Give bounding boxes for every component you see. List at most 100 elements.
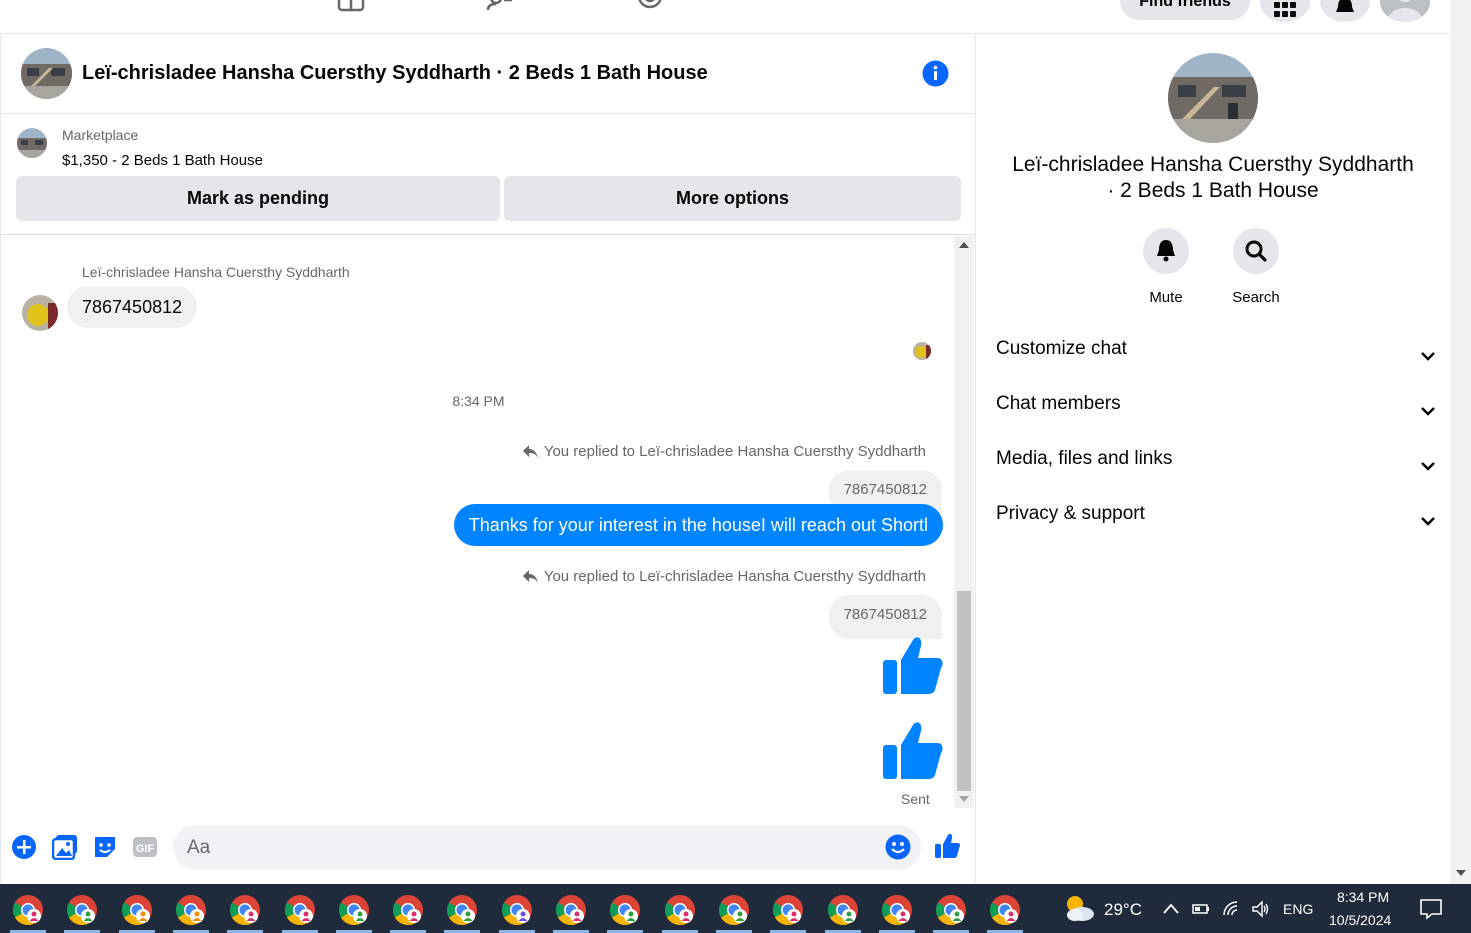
chrome-profile-icon[interactable]	[664, 894, 696, 926]
chat-panel: Leï-chrisladee Hansha Cuersthy Syddharth…	[0, 34, 976, 884]
mute-button[interactable]: Mute	[1126, 228, 1206, 306]
plus-circle-icon[interactable]	[11, 834, 37, 860]
search-label: Search	[1232, 289, 1280, 306]
groups-nav-icon[interactable]	[486, 0, 514, 12]
weather-temperature[interactable]: 29°C	[1104, 900, 1142, 920]
chrome-profile-icon[interactable]	[284, 894, 316, 926]
section-label: Customize chat	[996, 338, 1127, 359]
marketplace-nav-icon[interactable]	[337, 0, 365, 12]
reply-note: You replied to Leï-chrisladee Hansha Cue…	[522, 568, 926, 585]
house-photo-icon	[17, 128, 47, 158]
mark-as-pending-button[interactable]: Mark as pending	[16, 176, 500, 221]
thumbs-up-message-icon[interactable]	[881, 634, 943, 696]
find-friends-button[interactable]: Find friends	[1120, 0, 1250, 20]
clock-date[interactable]: 10/5/2024	[1329, 912, 1391, 928]
clock-time[interactable]: 8:34 PM	[1337, 889, 1389, 905]
chat-header: Leï-chrisladee Hansha Cuersthy Syddharth…	[1, 34, 975, 114]
notifications-button[interactable]	[1320, 0, 1370, 22]
message-timestamp: 8:34 PM	[452, 393, 505, 409]
wifi-icon[interactable]	[1222, 900, 1240, 918]
sender-avatar[interactable]	[22, 295, 58, 331]
notification-center-icon[interactable]	[1420, 898, 1442, 920]
seen-photo-icon	[913, 342, 931, 360]
chrome-profile-icon[interactable]	[338, 894, 370, 926]
chrome-profile-icon[interactable]	[66, 894, 98, 926]
chrome-profile-icon[interactable]	[935, 894, 967, 926]
message-status: Sent	[901, 791, 930, 807]
scroll-down-arrow-icon[interactable]	[959, 796, 969, 802]
house-photo-icon	[1168, 53, 1258, 143]
section-privacy-support[interactable]: Privacy & support	[996, 503, 1436, 543]
weather-partly-cloudy-icon[interactable]	[1062, 893, 1096, 923]
chevron-up-icon[interactable]	[1162, 900, 1180, 918]
page-scrollbar[interactable]	[1450, 0, 1471, 884]
chrome-profile-icon[interactable]	[989, 894, 1021, 926]
reply-note: You replied to Leï-chrisladee Hansha Cue…	[522, 443, 926, 460]
listing-thumbnail[interactable]	[17, 128, 47, 158]
bell-icon	[1336, 0, 1354, 12]
top-navigation-bar: Find friends	[0, 0, 1450, 34]
gaming-nav-icon[interactable]	[636, 0, 664, 12]
chat-info-sidebar: Leï-chrisladee Hansha Cuersthy Syddharth…	[976, 34, 1450, 884]
send-like-icon[interactable]	[934, 833, 960, 859]
section-label: Chat members	[996, 393, 1121, 414]
chrome-profile-icon[interactable]	[609, 894, 641, 926]
incoming-message-bubble[interactable]: 7867450812	[67, 286, 198, 328]
battery-icon[interactable]	[1192, 900, 1210, 918]
sidebar-listing-avatar[interactable]	[1168, 53, 1258, 143]
chevron-down-icon	[1421, 407, 1435, 416]
mute-circle[interactable]	[1143, 228, 1189, 274]
listing-price-title[interactable]: $1,350 - 2 Beds 1 Bath House	[62, 152, 263, 169]
chrome-profile-icon[interactable]	[827, 894, 859, 926]
chrome-profile-icon[interactable]	[881, 894, 913, 926]
input-language[interactable]: ENG	[1283, 901, 1313, 917]
account-avatar[interactable]	[1380, 0, 1430, 22]
scrollbar-thumb[interactable]	[957, 591, 971, 791]
sticker-icon[interactable]	[92, 834, 118, 860]
chrome-profile-icon[interactable]	[12, 894, 44, 926]
chrome-profile-icon[interactable]	[446, 894, 478, 926]
search-circle[interactable]	[1233, 228, 1279, 274]
section-customize-chat[interactable]: Customize chat	[996, 338, 1436, 378]
sidebar-title: Leï-chrisladee Hansha Cuersthy Syddharth…	[1012, 153, 1414, 202]
sender-photo-icon	[22, 295, 58, 331]
message-input[interactable]	[187, 825, 877, 870]
scroll-down-arrow-icon[interactable]	[1456, 870, 1466, 876]
scroll-up-arrow-icon[interactable]	[959, 242, 969, 248]
info-icon[interactable]	[922, 60, 949, 87]
emoji-icon[interactable]	[885, 834, 911, 860]
volume-icon[interactable]	[1252, 900, 1270, 918]
chrome-profile-icon[interactable]	[501, 894, 533, 926]
marketplace-label: Marketplace	[62, 127, 139, 143]
section-label: Privacy & support	[996, 503, 1145, 524]
search-in-chat-button[interactable]: Search	[1216, 228, 1296, 306]
gif-label: GIF	[136, 843, 155, 855]
message-input-wrapper[interactable]	[173, 825, 921, 870]
gif-icon[interactable]: GIF	[132, 834, 158, 860]
message-composer: GIF	[1, 824, 976, 874]
chevron-down-icon	[1421, 462, 1435, 471]
message-scrollbar[interactable]	[954, 236, 974, 808]
listing-avatar[interactable]	[21, 48, 72, 99]
section-chat-members[interactable]: Chat members	[996, 393, 1436, 433]
chrome-profile-icon[interactable]	[175, 894, 207, 926]
thumbs-up-message-icon[interactable]	[881, 719, 943, 781]
more-options-button[interactable]: More options	[504, 176, 961, 221]
chat-title: Leï-chrisladee Hansha Cuersthy Syddharth…	[82, 62, 708, 84]
message-list: Leï-chrisladee Hansha Cuersthy Syddharth…	[1, 236, 976, 808]
chrome-profile-icon[interactable]	[718, 894, 750, 926]
replied-message-quote[interactable]: 7867450812	[828, 595, 942, 639]
chrome-profile-icon[interactable]	[121, 894, 153, 926]
outgoing-message-bubble[interactable]: Thanks for your interest in the houseI w…	[453, 504, 943, 546]
chrome-profile-icon[interactable]	[392, 894, 424, 926]
windows-taskbar: 29°C ENG 8:34 PM 10/5/2024	[0, 884, 1471, 933]
menu-button[interactable]	[1260, 0, 1310, 22]
marketplace-listing-banner: Marketplace $1,350 - 2 Beds 1 Bath House…	[1, 114, 975, 235]
chevron-down-icon	[1421, 517, 1435, 526]
chrome-profile-icon[interactable]	[772, 894, 804, 926]
reply-arrow-icon	[522, 569, 538, 583]
chrome-profile-icon[interactable]	[555, 894, 587, 926]
section-media-files-links[interactable]: Media, files and links	[996, 448, 1436, 488]
chrome-profile-icon[interactable]	[229, 894, 261, 926]
photo-gallery-icon[interactable]	[52, 834, 78, 860]
